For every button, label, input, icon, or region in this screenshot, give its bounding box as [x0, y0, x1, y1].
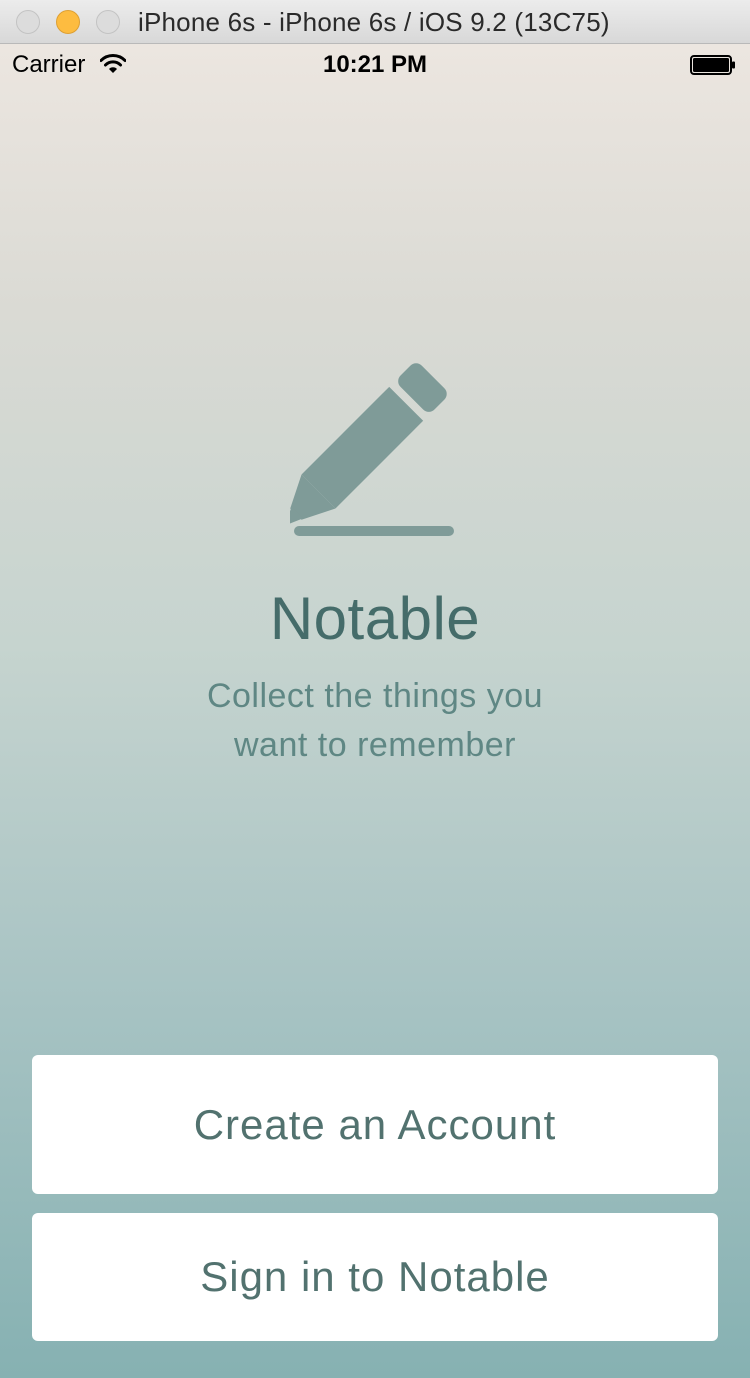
simulator-window: iPhone 6s - iPhone 6s / iOS 9.2 (13C75) … [0, 0, 750, 1378]
zoom-window-button[interactable] [96, 10, 120, 34]
pencil-icon [290, 363, 454, 536]
tagline-line-1: Collect the things you [206, 677, 544, 715]
minimize-window-button[interactable] [56, 10, 80, 34]
app-title: Notable [269, 585, 481, 652]
sign-in-button[interactable]: Sign in to Notable [32, 1213, 718, 1341]
create-account-button[interactable]: Create an Account [32, 1055, 718, 1194]
close-window-button[interactable] [16, 10, 40, 34]
tagline-line-2: want to remember [234, 726, 516, 764]
battery-icon [690, 55, 735, 75]
window-title: iPhone 6s - iPhone 6s / iOS 9.2 (13C75) [138, 7, 610, 37]
create-account-label: Create an Account [193, 1100, 557, 1148]
device-screen: Carrier 10:21 PM Notable Collect the thi… [0, 44, 750, 1378]
status-clock: 10:21 PM [322, 51, 428, 78]
window-title-bar: iPhone 6s - iPhone 6s / iOS 9.2 (13C75) [0, 0, 750, 44]
status-bar: Carrier 10:21 PM [0, 44, 750, 84]
app-tagline: Collect the things you want to remember [0, 672, 750, 770]
sign-in-label: Sign in to Notable [200, 1253, 550, 1300]
